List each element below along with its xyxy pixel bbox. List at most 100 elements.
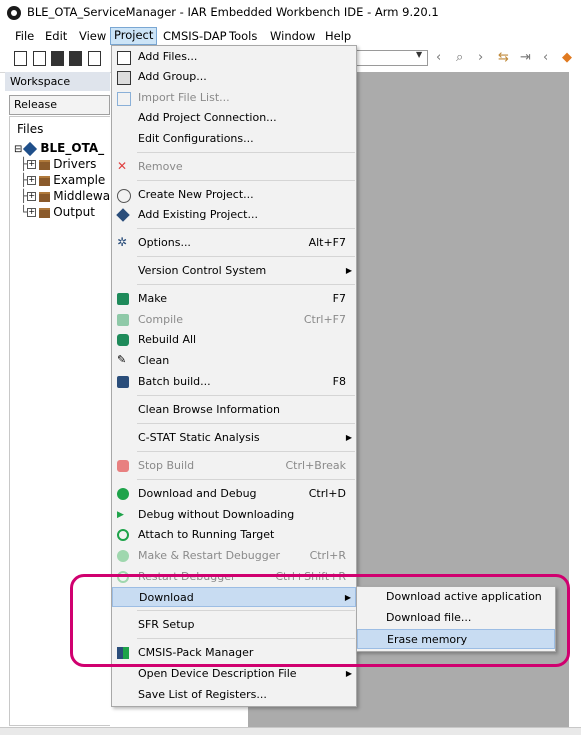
menu-item-rebuild-all[interactable]: Rebuild All <box>112 330 356 350</box>
menu-item-open-device-description-file[interactable]: Open Device Description File ▶ <box>112 664 356 684</box>
tree-folder-middleware[interactable]: ├+ Middlewa <box>20 188 110 204</box>
menu-file[interactable]: File <box>12 28 37 44</box>
open-file-icon[interactable] <box>33 51 46 66</box>
menu-edit[interactable]: Edit <box>42 28 70 44</box>
menu-item-add-files[interactable]: Add Files... <box>112 47 356 67</box>
search-icon[interactable]: ⌕ <box>456 50 463 65</box>
window-edge <box>569 72 581 727</box>
title-bar: BLE_OTA_ServiceManager - IAR Embedded Wo… <box>0 0 581 26</box>
folder-label: Example <box>53 173 106 187</box>
menu-item-version-control[interactable]: Version Control System ▶ <box>112 261 356 281</box>
add-project-icon <box>116 208 130 222</box>
compile-icon <box>117 314 129 326</box>
import-file-list-icon <box>117 92 131 106</box>
menu-item-download-and-debug[interactable]: Download and Debug Ctrl+D <box>112 484 356 504</box>
menu-item-options[interactable]: ✲ Options... Alt+F7 <box>112 233 356 253</box>
folder-icon <box>39 159 51 170</box>
menu-item-make-restart-debugger[interactable]: Make & Restart Debugger Ctrl+R <box>112 546 356 566</box>
app-logo-icon <box>7 6 21 20</box>
attach-icon <box>117 529 129 541</box>
print-icon[interactable] <box>88 51 101 66</box>
menu-separator <box>137 180 355 181</box>
tree-folder-drivers[interactable]: ├+ Drivers <box>20 156 96 172</box>
menu-separator <box>137 152 355 153</box>
tree-folder-example[interactable]: ├+ Example <box>20 172 105 188</box>
chevron-right-icon: ▶ <box>345 266 352 275</box>
menu-item-make[interactable]: Make F7 <box>112 289 356 309</box>
add-group-icon <box>117 71 131 85</box>
menu-separator <box>137 284 355 285</box>
gear-icon: ✲ <box>117 235 128 249</box>
menu-tools[interactable]: Tools <box>226 28 260 44</box>
create-project-icon <box>117 189 131 203</box>
chevron-down-icon[interactable]: ▼ <box>416 50 422 59</box>
navigate-forward-icon[interactable]: › <box>478 50 483 65</box>
folder-label: Middlewa <box>53 189 111 203</box>
menu-item-debug-without-downloading[interactable]: ▶ Debug without Downloading <box>112 505 356 525</box>
debug-toolbar-icon[interactable]: ◆ <box>562 50 572 65</box>
expand-icon[interactable]: + <box>27 176 37 185</box>
project-node[interactable]: ⊟ BLE_OTA_ <box>14 140 104 156</box>
menu-item-add-existing-project[interactable]: Add Existing Project... <box>112 205 356 225</box>
menu-help[interactable]: Help <box>322 28 354 44</box>
stop-icon <box>117 460 129 472</box>
menu-separator <box>137 479 355 480</box>
menu-item-stop-build[interactable]: Stop Build Ctrl+Break <box>112 456 356 476</box>
menu-window[interactable]: Window <box>267 28 318 44</box>
download-debug-icon <box>117 488 129 500</box>
menu-item-add-group[interactable]: Add Group... <box>112 67 356 87</box>
expand-icon[interactable]: + <box>27 208 37 217</box>
configuration-select[interactable]: Release <box>9 95 110 115</box>
menu-project[interactable]: Project <box>110 27 158 45</box>
toggle-bookmark-icon[interactable]: ⇆ <box>498 50 509 65</box>
remove-icon: ✕ <box>117 159 128 173</box>
menu-separator <box>137 256 355 257</box>
folder-label: Output <box>53 205 95 219</box>
menu-item-create-new-project[interactable]: Create New Project... <box>112 185 356 205</box>
add-files-icon <box>117 51 131 65</box>
folder-icon <box>39 175 51 186</box>
menu-item-edit-configurations[interactable]: Edit Configurations... <box>112 129 356 149</box>
navigate-back-icon[interactable]: ‹ <box>436 50 441 65</box>
menu-bar: File Edit View Project CMSIS-DAP Tools W… <box>0 26 581 46</box>
folder-label: Drivers <box>53 157 97 171</box>
make-icon <box>117 293 129 305</box>
menu-item-save-list-of-registers[interactable]: Save List of Registers... <box>112 685 356 705</box>
expand-icon[interactable]: + <box>27 160 37 169</box>
menu-item-add-project-connection[interactable]: Add Project Connection... <box>112 108 356 128</box>
save-all-icon[interactable] <box>69 51 82 66</box>
menu-separator <box>137 451 355 452</box>
annotation-highlight <box>70 574 570 667</box>
debug-icon: ▶ <box>117 510 124 520</box>
menu-separator <box>137 423 355 424</box>
window-title: BLE_OTA_ServiceManager - IAR Embedded Wo… <box>27 5 439 19</box>
menu-item-c-stat[interactable]: C-STAT Static Analysis ▶ <box>112 428 356 448</box>
folder-icon <box>39 191 51 202</box>
menu-separator <box>137 228 355 229</box>
menu-item-import-file-list[interactable]: Import File List... <box>112 88 356 108</box>
chevron-right-icon: ▶ <box>345 669 352 678</box>
project-icon <box>23 141 38 156</box>
collapse-icon[interactable]: ⊟ <box>14 144 22 155</box>
menu-item-clean[interactable]: ✎ Clean <box>112 351 356 371</box>
files-column-header: Files <box>17 122 44 136</box>
menu-view[interactable]: View <box>76 28 109 44</box>
rebuild-icon <box>117 334 129 346</box>
menu-separator <box>137 395 355 396</box>
next-bookmark-icon[interactable]: ⇥ <box>520 50 531 65</box>
menu-item-batch-build[interactable]: Batch build... F8 <box>112 372 356 392</box>
clean-icon: ✎ <box>117 353 127 366</box>
save-icon[interactable] <box>51 51 64 66</box>
tree-folder-output[interactable]: └+ Output <box>20 204 95 220</box>
menu-item-remove[interactable]: ✕ Remove <box>112 157 356 177</box>
menu-cmsis-dap[interactable]: CMSIS-DAP <box>160 28 230 44</box>
restart-icon <box>117 550 129 562</box>
previous-icon[interactable]: ‹ <box>543 50 548 65</box>
menu-item-compile[interactable]: Compile Ctrl+F7 <box>112 310 356 330</box>
menu-item-attach-to-running-target[interactable]: Attach to Running Target <box>112 525 356 545</box>
menu-item-clean-browse-information[interactable]: Clean Browse Information <box>112 400 356 420</box>
folder-icon <box>39 207 51 218</box>
expand-icon[interactable]: + <box>27 192 37 201</box>
new-file-icon[interactable] <box>14 51 27 66</box>
workspace-header: Workspace <box>5 72 110 91</box>
